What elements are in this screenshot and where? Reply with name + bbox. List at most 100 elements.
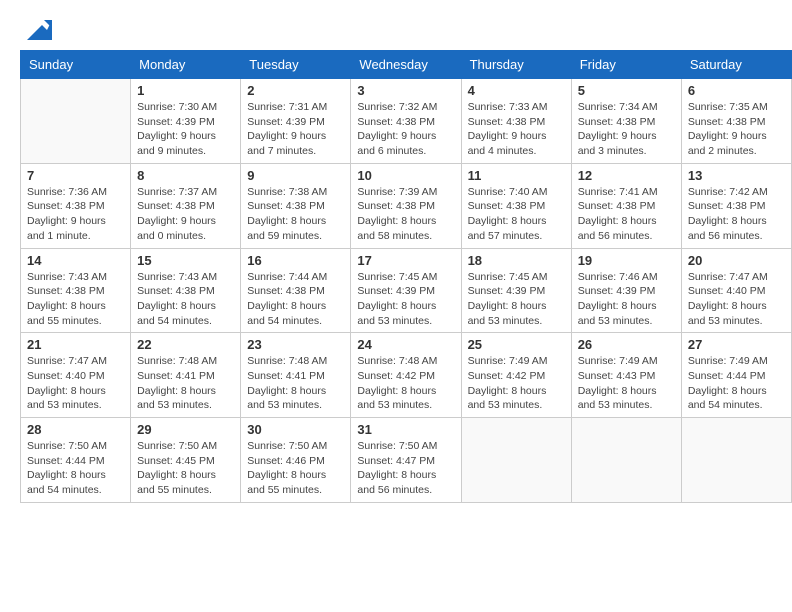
day-number: 11 [468, 168, 565, 183]
day-info: Sunrise: 7:41 AMSunset: 4:38 PMDaylight:… [578, 185, 675, 244]
day-info: Sunrise: 7:30 AMSunset: 4:39 PMDaylight:… [137, 100, 234, 159]
day-number: 31 [357, 422, 454, 437]
day-number: 22 [137, 337, 234, 352]
day-info: Sunrise: 7:34 AMSunset: 4:38 PMDaylight:… [578, 100, 675, 159]
day-info: Sunrise: 7:33 AMSunset: 4:38 PMDaylight:… [468, 100, 565, 159]
calendar-cell: 27 Sunrise: 7:49 AMSunset: 4:44 PMDayligh… [681, 333, 791, 418]
day-number: 2 [247, 83, 344, 98]
day-info: Sunrise: 7:48 AMSunset: 4:41 PMDaylight:… [137, 354, 234, 413]
day-number: 14 [27, 253, 124, 268]
day-number: 13 [688, 168, 785, 183]
day-number: 1 [137, 83, 234, 98]
calendar-cell: 9 Sunrise: 7:38 AMSunset: 4:38 PMDaylight… [241, 163, 351, 248]
logo-icon [22, 15, 52, 45]
calendar-cell: 7Sunrise: 7:36 AMSunset: 4:38 PMDaylight… [21, 163, 131, 248]
day-number: 3 [357, 83, 454, 98]
day-info: Sunrise: 7:50 AMSunset: 4:47 PMDaylight:… [357, 439, 454, 498]
day-info: Sunrise: 7:45 AMSunset: 4:39 PMDaylight:… [468, 270, 565, 329]
calendar-header-monday: Monday [131, 51, 241, 79]
day-number: 9 [247, 168, 344, 183]
calendar-cell: 18 Sunrise: 7:45 AMSunset: 4:39 PMDayligh… [461, 248, 571, 333]
calendar-week-3: 14 Sunrise: 7:43 AMSunset: 4:38 PMDayligh… [21, 248, 792, 333]
calendar-cell: 8 Sunrise: 7:37 AMSunset: 4:38 PMDaylight… [131, 163, 241, 248]
day-number: 30 [247, 422, 344, 437]
day-info: Sunrise: 7:49 AMSunset: 4:44 PMDaylight:… [688, 354, 785, 413]
day-info: Sunrise: 7:49 AMSunset: 4:43 PMDaylight:… [578, 354, 675, 413]
calendar-cell: 4 Sunrise: 7:33 AMSunset: 4:38 PMDaylight… [461, 79, 571, 164]
calendar-cell: 12 Sunrise: 7:41 AMSunset: 4:38 PMDayligh… [571, 163, 681, 248]
calendar-cell: 11 Sunrise: 7:40 AMSunset: 4:38 PMDayligh… [461, 163, 571, 248]
calendar-header-row: SundayMondayTuesdayWednesdayThursdayFrid… [21, 51, 792, 79]
calendar-cell: 25Sunrise: 7:49 AMSunset: 4:42 PMDayligh… [461, 333, 571, 418]
calendar-cell: 29 Sunrise: 7:50 AMSunset: 4:45 PMDayligh… [131, 418, 241, 503]
day-info: Sunrise: 7:37 AMSunset: 4:38 PMDaylight:… [137, 185, 234, 244]
calendar-cell: 24Sunrise: 7:48 AMSunset: 4:42 PMDayligh… [351, 333, 461, 418]
day-info: Sunrise: 7:43 AMSunset: 4:38 PMDaylight:… [27, 270, 124, 329]
calendar-cell: 21 Sunrise: 7:47 AMSunset: 4:40 PMDayligh… [21, 333, 131, 418]
calendar-header-sunday: Sunday [21, 51, 131, 79]
day-number: 19 [578, 253, 675, 268]
day-info: Sunrise: 7:31 AMSunset: 4:39 PMDaylight:… [247, 100, 344, 159]
calendar-cell: 23 Sunrise: 7:48 AMSunset: 4:41 PMDayligh… [241, 333, 351, 418]
calendar-cell: 22 Sunrise: 7:48 AMSunset: 4:41 PMDayligh… [131, 333, 241, 418]
calendar-wrapper: SundayMondayTuesdayWednesdayThursdayFrid… [0, 50, 792, 513]
calendar-cell [21, 79, 131, 164]
logo [20, 15, 52, 45]
day-number: 21 [27, 337, 124, 352]
calendar-cell: 6 Sunrise: 7:35 AMSunset: 4:38 PMDaylight… [681, 79, 791, 164]
page-header [0, 0, 792, 50]
calendar-week-5: 28 Sunrise: 7:50 AMSunset: 4:44 PMDayligh… [21, 418, 792, 503]
day-info: Sunrise: 7:47 AMSunset: 4:40 PMDaylight:… [27, 354, 124, 413]
day-info: Sunrise: 7:32 AMSunset: 4:38 PMDaylight:… [357, 100, 454, 159]
calendar-cell [461, 418, 571, 503]
calendar-header-wednesday: Wednesday [351, 51, 461, 79]
day-number: 16 [247, 253, 344, 268]
calendar-table: SundayMondayTuesdayWednesdayThursdayFrid… [20, 50, 792, 503]
calendar-cell: 31 Sunrise: 7:50 AMSunset: 4:47 PMDayligh… [351, 418, 461, 503]
calendar-cell [681, 418, 791, 503]
day-number: 12 [578, 168, 675, 183]
day-info: Sunrise: 7:35 AMSunset: 4:38 PMDaylight:… [688, 100, 785, 159]
day-number: 28 [27, 422, 124, 437]
calendar-header-saturday: Saturday [681, 51, 791, 79]
day-info: Sunrise: 7:44 AMSunset: 4:38 PMDaylight:… [247, 270, 344, 329]
day-info: Sunrise: 7:50 AMSunset: 4:44 PMDaylight:… [27, 439, 124, 498]
day-number: 8 [137, 168, 234, 183]
day-number: 26 [578, 337, 675, 352]
calendar-cell [571, 418, 681, 503]
calendar-cell: 26 Sunrise: 7:49 AMSunset: 4:43 PMDayligh… [571, 333, 681, 418]
day-number: 10 [357, 168, 454, 183]
day-number: 23 [247, 337, 344, 352]
calendar-cell: 16 Sunrise: 7:44 AMSunset: 4:38 PMDayligh… [241, 248, 351, 333]
calendar-header-friday: Friday [571, 51, 681, 79]
day-info: Sunrise: 7:50 AMSunset: 4:46 PMDaylight:… [247, 439, 344, 498]
day-info: Sunrise: 7:45 AMSunset: 4:39 PMDaylight:… [357, 270, 454, 329]
calendar-cell: 19 Sunrise: 7:46 AMSunset: 4:39 PMDayligh… [571, 248, 681, 333]
day-info: Sunrise: 7:39 AMSunset: 4:38 PMDaylight:… [357, 185, 454, 244]
calendar-cell: 2 Sunrise: 7:31 AMSunset: 4:39 PMDaylight… [241, 79, 351, 164]
day-info: Sunrise: 7:40 AMSunset: 4:38 PMDaylight:… [468, 185, 565, 244]
calendar-cell: 13 Sunrise: 7:42 AMSunset: 4:38 PMDayligh… [681, 163, 791, 248]
calendar-week-2: 7Sunrise: 7:36 AMSunset: 4:38 PMDaylight… [21, 163, 792, 248]
calendar-cell: 28 Sunrise: 7:50 AMSunset: 4:44 PMDayligh… [21, 418, 131, 503]
calendar-cell: 14 Sunrise: 7:43 AMSunset: 4:38 PMDayligh… [21, 248, 131, 333]
calendar-week-1: 1 Sunrise: 7:30 AMSunset: 4:39 PMDaylight… [21, 79, 792, 164]
day-info: Sunrise: 7:46 AMSunset: 4:39 PMDaylight:… [578, 270, 675, 329]
day-info: Sunrise: 7:50 AMSunset: 4:45 PMDaylight:… [137, 439, 234, 498]
day-number: 5 [578, 83, 675, 98]
calendar-cell: 10 Sunrise: 7:39 AMSunset: 4:38 PMDayligh… [351, 163, 461, 248]
day-info: Sunrise: 7:38 AMSunset: 4:38 PMDaylight:… [247, 185, 344, 244]
calendar-cell: 30 Sunrise: 7:50 AMSunset: 4:46 PMDayligh… [241, 418, 351, 503]
day-number: 15 [137, 253, 234, 268]
day-number: 18 [468, 253, 565, 268]
day-number: 24 [357, 337, 454, 352]
day-number: 20 [688, 253, 785, 268]
day-number: 6 [688, 83, 785, 98]
day-number: 29 [137, 422, 234, 437]
day-info: Sunrise: 7:42 AMSunset: 4:38 PMDaylight:… [688, 185, 785, 244]
day-number: 4 [468, 83, 565, 98]
day-number: 27 [688, 337, 785, 352]
calendar-header-tuesday: Tuesday [241, 51, 351, 79]
day-info: Sunrise: 7:48 AMSunset: 4:41 PMDaylight:… [247, 354, 344, 413]
calendar-cell: 20Sunrise: 7:47 AMSunset: 4:40 PMDayligh… [681, 248, 791, 333]
